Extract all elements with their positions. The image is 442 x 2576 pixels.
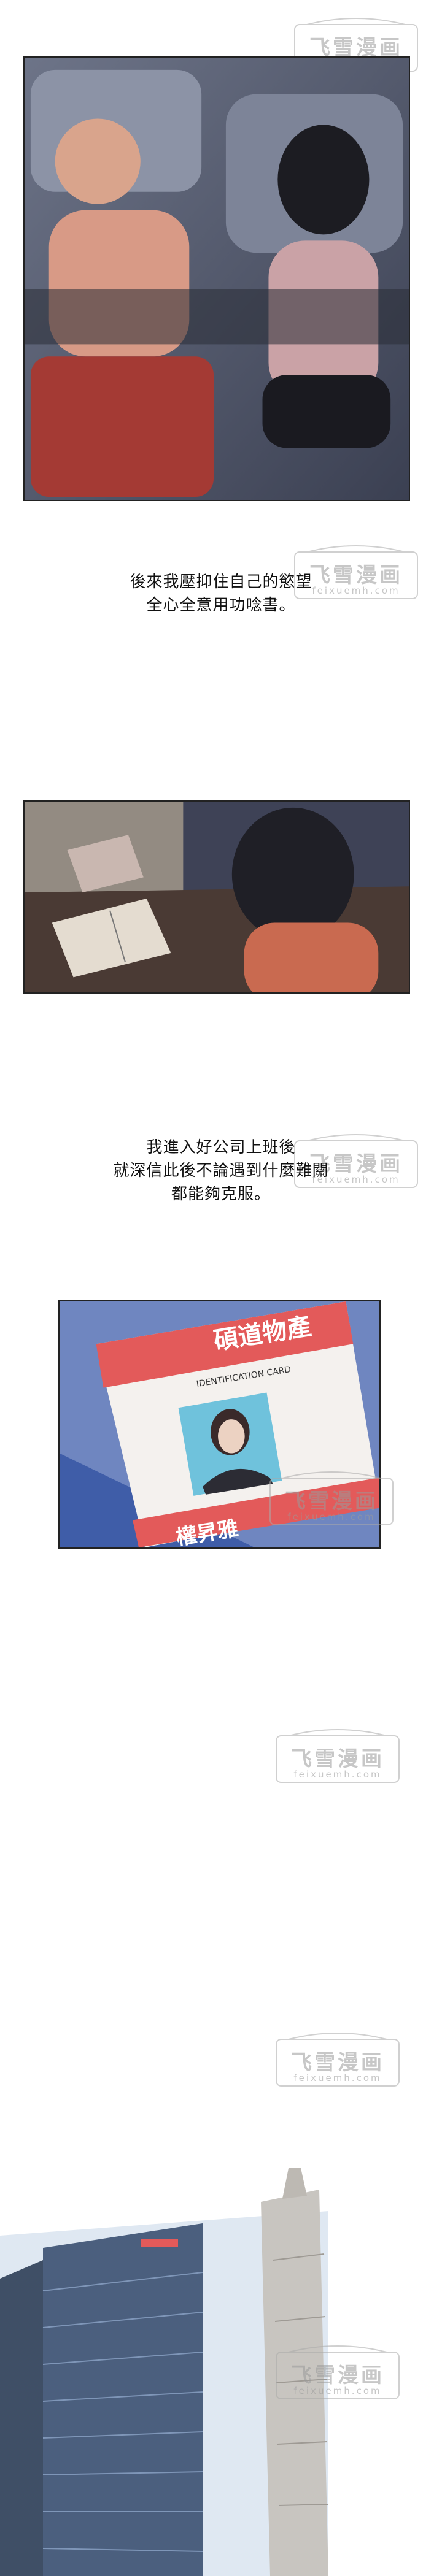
caption-2: 我進入好公司上班後 就深信此後不論遇到什麼難關 都能夠克服。: [0, 1136, 442, 1206]
watermark: 飞雪漫画 feixuemh.com: [270, 2340, 405, 2407]
watermark: 飞雪漫画 feixuemh.com: [270, 2027, 405, 2095]
comic-panel-bed-scene: [23, 56, 410, 501]
caption-line: 我進入好公司上班後: [146, 1138, 296, 1157]
watermark-title: 飞雪漫画: [291, 1747, 384, 1771]
watermark-subtitle: feixuemh.com: [293, 2385, 382, 2396]
watermark: 飞雪漫画 feixuemh.com: [264, 1466, 399, 1533]
watermark-subtitle: feixuemh.com: [293, 2072, 382, 2083]
watermark-subtitle: feixuemh.com: [293, 1769, 382, 1780]
comic-panel-studying: [23, 800, 410, 994]
watermark-title: 飞雪漫画: [285, 1489, 378, 1514]
watermark-title: 飞雪漫画: [291, 2363, 384, 2388]
watermark: 飞雪漫画 feixuemh.com: [270, 1723, 405, 1791]
watermark-title: 飞雪漫画: [291, 2050, 384, 2075]
watermark-subtitle: feixuemh.com: [287, 1511, 376, 1522]
caption-1: 後來我壓抑住自己的慾望 全心全意用功唸書。: [0, 570, 442, 617]
caption-line: 就深信此後不論遇到什麼難關: [113, 1162, 329, 1180]
caption-line: 全心全意用功唸書。: [146, 596, 296, 615]
caption-line: 後來我壓抑住自己的慾望: [130, 573, 312, 591]
caption-line: 都能夠克服。: [171, 1185, 271, 1203]
